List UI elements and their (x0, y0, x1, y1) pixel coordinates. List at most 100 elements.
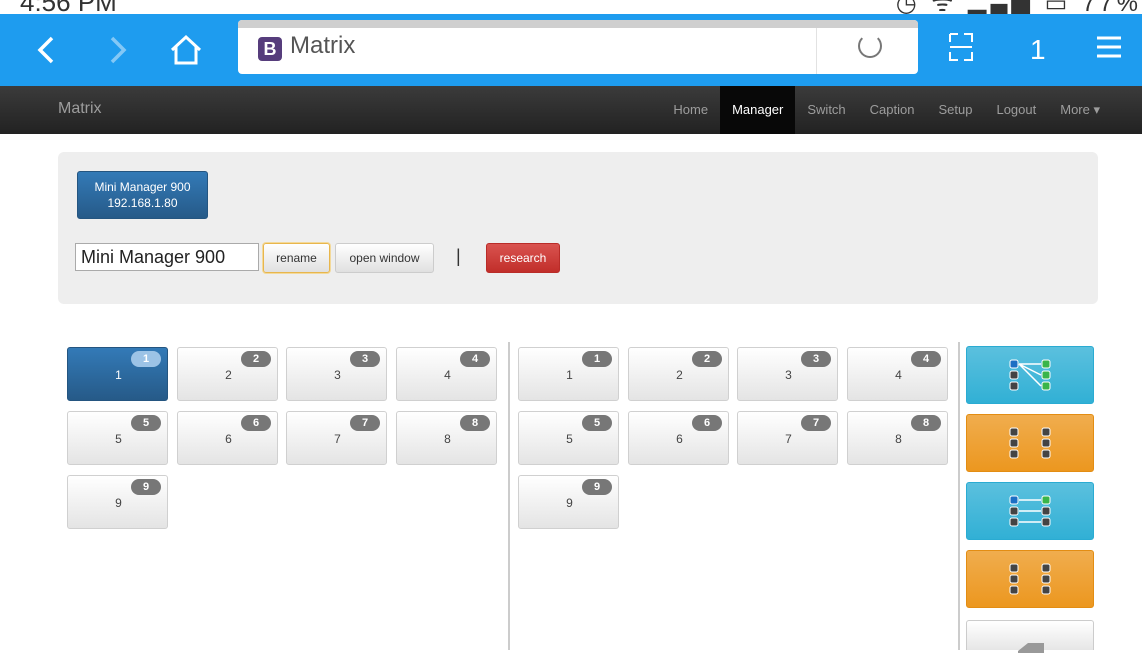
browser-toolbar: B Matrix 1 (0, 14, 1142, 86)
nav-manager[interactable]: Manager (720, 86, 796, 134)
output-tile-label: 8 (895, 432, 902, 446)
forward-arrow-icon[interactable] (96, 30, 136, 70)
input-tile-badge: 6 (241, 415, 271, 431)
output-tile[interactable]: 8 8 (847, 411, 948, 465)
input-tile-label: 9 (115, 496, 122, 510)
device-name: Mini Manager 900 (94, 180, 191, 194)
output-tile[interactable]: 2 2 (628, 347, 729, 401)
tab-strip (238, 20, 918, 28)
input-tile-label: 4 (444, 368, 451, 382)
input-tile[interactable]: 2 2 (177, 347, 278, 401)
route-all-icon (1009, 359, 1051, 391)
output-tile-label: 4 (895, 368, 902, 382)
input-tile-badge: 8 (460, 415, 490, 431)
input-tile-label: 5 (115, 432, 122, 446)
signal-icon: ▂▄▆ (968, 0, 1034, 14)
address-bar[interactable]: B Matrix (238, 20, 918, 74)
input-tile[interactable]: 1 1 (67, 347, 168, 401)
address-divider (816, 28, 817, 74)
input-tile-label: 8 (444, 432, 451, 446)
input-tile-badge: 4 (460, 351, 490, 367)
menu-icon[interactable] (1096, 32, 1122, 71)
nav-switch[interactable]: Switch (795, 86, 857, 134)
research-button[interactable]: research (486, 243, 560, 273)
nav-home[interactable]: Home (661, 86, 720, 134)
alarm-icon: ◷ (895, 0, 921, 14)
grid-divider (508, 342, 510, 650)
manager-panel: Mini Manager 900 192.168.1.80 rename ope… (58, 152, 1098, 304)
navbar-links: Home Manager Switch Caption Setup Logout… (661, 86, 1112, 134)
output-tile-badge: 9 (582, 479, 612, 495)
output-tile-label: 6 (676, 432, 683, 446)
nav-logout[interactable]: Logout (984, 86, 1048, 134)
route-all-button[interactable] (966, 346, 1094, 404)
input-tile[interactable]: 8 8 (396, 411, 497, 465)
one-to-one-icon (1009, 495, 1051, 527)
device-name-input[interactable] (75, 243, 259, 271)
output-tile-badge: 4 (911, 351, 941, 367)
clear-one-to-one-icon (1009, 563, 1051, 595)
wifi-icon: ᯤ (931, 0, 958, 14)
input-tile-badge: 5 (131, 415, 161, 431)
input-tile-badge: 1 (131, 351, 161, 367)
output-tile-label: 2 (676, 368, 683, 382)
status-bar: 4:56 PM ◷ ᯤ ▂▄▆ ▭ 77% (0, 0, 1142, 14)
tab-count[interactable]: 1 (1030, 32, 1046, 68)
output-tile[interactable]: 9 9 (518, 475, 619, 529)
input-tile[interactable]: 9 9 (67, 475, 168, 529)
input-tile-label: 7 (334, 432, 341, 446)
clear-routes-button[interactable] (966, 414, 1094, 472)
battery-icon: ▭ (1044, 0, 1072, 14)
output-tile-badge: 7 (801, 415, 831, 431)
rename-button[interactable]: rename (263, 243, 330, 273)
input-tile[interactable]: 3 3 (286, 347, 387, 401)
device-button[interactable]: Mini Manager 900 192.168.1.80 (77, 171, 208, 219)
back-arrow-icon[interactable] (28, 30, 68, 70)
output-tile-label: 3 (785, 368, 792, 382)
nav-more-dropdown[interactable]: More ▾ (1048, 86, 1112, 134)
output-tile[interactable]: 6 6 (628, 411, 729, 465)
input-tile-label: 3 (334, 368, 341, 382)
input-tile-badge: 3 (350, 351, 380, 367)
output-tile-badge: 2 (692, 351, 722, 367)
battery-level: 77% (1081, 0, 1142, 14)
output-tile-label: 5 (566, 432, 573, 446)
input-tile-label: 2 (225, 368, 232, 382)
back-button[interactable] (966, 620, 1094, 653)
separator: | (456, 246, 461, 266)
clear-one-to-one-button[interactable] (966, 550, 1094, 608)
input-tile[interactable]: 4 4 (396, 347, 497, 401)
output-tile[interactable]: 4 4 (847, 347, 948, 401)
nav-caption[interactable]: Caption (858, 86, 927, 134)
status-icons: ◷ ᯤ ▂▄▆ ▭ 77% (896, 0, 1142, 14)
home-icon[interactable] (166, 30, 206, 70)
output-tile-label: 9 (566, 496, 573, 510)
actions-divider (958, 342, 960, 650)
device-ip: 192.168.1.80 (107, 196, 178, 210)
reader-mode-icon[interactable] (948, 32, 974, 71)
nav-setup[interactable]: Setup (926, 86, 984, 134)
output-tile-badge: 8 (911, 415, 941, 431)
input-tile-label: 6 (225, 432, 232, 446)
output-tile-label: 7 (785, 432, 792, 446)
output-tile[interactable]: 5 5 (518, 411, 619, 465)
input-tile[interactable]: 7 7 (286, 411, 387, 465)
navbar-brand[interactable]: Matrix (58, 100, 102, 118)
input-tile[interactable]: 6 6 (177, 411, 278, 465)
output-tile[interactable]: 1 1 (518, 347, 619, 401)
reload-icon[interactable] (858, 34, 882, 58)
clear-routes-icon (1009, 427, 1051, 459)
app-navbar: Matrix Home Manager Switch Caption Setup… (0, 86, 1142, 134)
input-tile-badge: 7 (350, 415, 380, 431)
address-text: Matrix (290, 32, 356, 59)
one-to-one-button[interactable] (966, 482, 1094, 540)
status-time: 4:56 PM (20, 0, 117, 14)
output-tile-badge: 6 (692, 415, 722, 431)
output-tile[interactable]: 7 7 (737, 411, 838, 465)
input-tile[interactable]: 5 5 (67, 411, 168, 465)
back-icon (1018, 643, 1044, 653)
output-tile[interactable]: 3 3 (737, 347, 838, 401)
input-tile-badge: 2 (241, 351, 271, 367)
bootstrap-favicon-icon: B (258, 37, 282, 61)
open-window-button[interactable]: open window (335, 243, 434, 273)
